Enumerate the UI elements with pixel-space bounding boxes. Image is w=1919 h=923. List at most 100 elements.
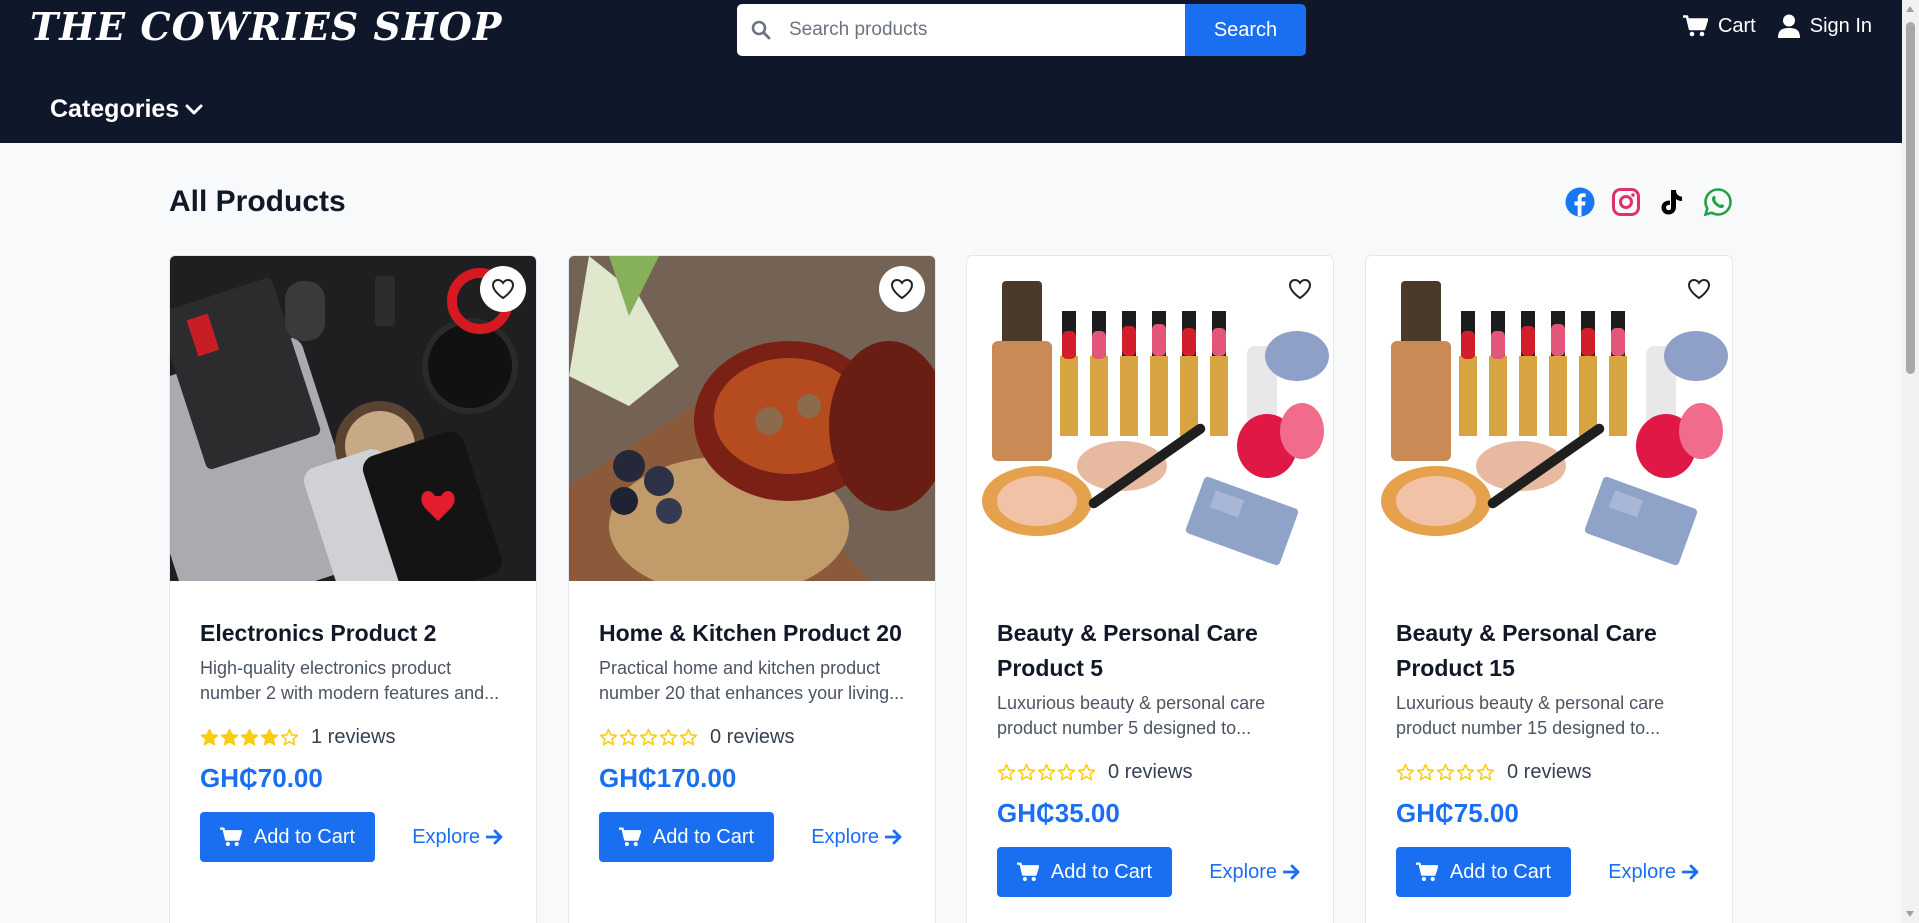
product-description: Luxurious beauty & personal care product… (997, 693, 1266, 738)
star-icon (1077, 763, 1096, 781)
star-icon (1416, 763, 1435, 781)
star-icon (280, 728, 299, 746)
cart-link[interactable]: Cart (1682, 15, 1756, 38)
instagram-icon[interactable] (1611, 187, 1641, 217)
star-rating (599, 728, 698, 747)
arrow-right-icon (885, 829, 902, 845)
product-card[interactable]: Beauty & Personal Care Product 5 Luxurio… (966, 255, 1334, 923)
add-to-cart-button[interactable]: Add to Cart (200, 812, 375, 862)
star-icon (1476, 763, 1495, 781)
star-icon (1057, 763, 1076, 781)
user-icon (1777, 14, 1800, 38)
heart-icon (1288, 278, 1312, 300)
product-title[interactable]: Electronics Product 2 (200, 616, 508, 651)
star-icon (260, 728, 279, 746)
product-actions: Add to Cart Explore (997, 847, 1305, 897)
explore-link[interactable]: Explore (412, 826, 504, 849)
arrow-right-icon (1682, 864, 1699, 880)
explore-link[interactable]: Explore (1608, 861, 1700, 884)
star-icon (1396, 763, 1415, 781)
product-rating: 0 reviews (997, 761, 1305, 784)
add-to-cart-label: Add to Cart (1449, 860, 1552, 883)
product-rating: 1 reviews (200, 726, 508, 749)
product-title[interactable]: Beauty & Personal Care Product 15 (1396, 616, 1704, 686)
explore-label: Explore (1209, 860, 1277, 883)
star-icon (1456, 763, 1475, 781)
site-logo[interactable]: THE COWRIES SHOP (30, 4, 502, 49)
product-actions: Add to Cart Explore (200, 812, 508, 862)
product-card[interactable]: Electronics Product 2 High-quality elect… (169, 255, 537, 923)
product-price: GH₵35.00 (997, 798, 1120, 828)
wishlist-button[interactable] (480, 266, 526, 312)
add-to-cart-label: Add to Cart (253, 825, 356, 848)
search-input[interactable] (737, 4, 1185, 56)
whatsapp-icon[interactable] (1703, 187, 1733, 217)
product-rating: 0 reviews (599, 726, 907, 749)
wishlist-button[interactable] (1676, 266, 1722, 312)
categories-label: Categories (50, 95, 180, 123)
star-icon (220, 728, 239, 746)
review-count: 1 reviews (311, 726, 396, 748)
product-card[interactable]: Home & Kitchen Product 20 Practical home… (568, 255, 936, 923)
cart-icon (1415, 862, 1438, 882)
add-to-cart-button[interactable]: Add to Cart (599, 812, 774, 862)
nav-actions: Cart Sign In (1682, 14, 1872, 38)
product-image[interactable] (967, 256, 1333, 581)
product-card-body: Beauty & Personal Care Product 5 Luxurio… (997, 616, 1305, 897)
add-to-cart-label: Add to Cart (1050, 860, 1153, 883)
cart-icon (1016, 862, 1039, 882)
wishlist-button[interactable] (879, 266, 925, 312)
star-icon (997, 763, 1016, 781)
product-price: GH₵70.00 (200, 763, 323, 793)
star-rating (200, 728, 299, 747)
add-to-cart-label: Add to Cart (652, 825, 755, 848)
star-icon (200, 728, 219, 746)
star-icon (1017, 763, 1036, 781)
add-to-cart-button[interactable]: Add to Cart (1396, 847, 1571, 897)
heart-icon (491, 278, 515, 300)
product-description: Practical home and kitchen product numbe… (599, 658, 905, 703)
signin-link[interactable]: Sign In (1777, 14, 1872, 38)
review-count: 0 reviews (1507, 761, 1592, 783)
scroll-up-arrow-icon[interactable] (1906, 6, 1914, 12)
product-card-body: Beauty & Personal Care Product 15 Luxuri… (1396, 616, 1704, 897)
product-price: GH₵170.00 (599, 763, 737, 793)
search-button[interactable]: Search (1185, 4, 1306, 56)
explore-link[interactable]: Explore (1209, 861, 1301, 884)
star-icon (599, 728, 618, 746)
product-title[interactable]: Home & Kitchen Product 20 (599, 616, 907, 651)
star-icon (240, 728, 259, 746)
wishlist-button[interactable] (1277, 266, 1323, 312)
signin-label: Sign In (1809, 14, 1872, 37)
explore-label: Explore (412, 825, 480, 848)
product-image[interactable] (170, 256, 536, 581)
page-scrollbar[interactable] (1902, 0, 1919, 923)
product-image[interactable] (1366, 256, 1732, 581)
arrow-right-icon (486, 829, 503, 845)
tiktok-icon[interactable] (1657, 187, 1687, 217)
star-rating (1396, 763, 1495, 782)
star-icon (659, 728, 678, 746)
explore-link[interactable]: Explore (811, 826, 903, 849)
scrollbar-thumb[interactable] (1906, 22, 1915, 374)
product-title[interactable]: Beauty & Personal Care Product 5 (997, 616, 1305, 686)
star-icon (619, 728, 638, 746)
product-actions: Add to Cart Explore (1396, 847, 1704, 897)
facebook-icon[interactable] (1565, 187, 1595, 217)
product-rating: 0 reviews (1396, 761, 1704, 784)
categories-dropdown[interactable]: Categories (50, 95, 203, 124)
search-icon (751, 20, 771, 40)
search-field-wrapper (737, 4, 1185, 56)
page-title: All Products (169, 185, 346, 218)
cart-icon (618, 827, 641, 847)
star-icon (679, 728, 698, 746)
scroll-down-arrow-icon[interactable] (1906, 911, 1914, 917)
product-card[interactable]: Beauty & Personal Care Product 15 Luxuri… (1365, 255, 1733, 923)
product-image[interactable] (569, 256, 935, 581)
heart-icon (890, 278, 914, 300)
add-to-cart-button[interactable]: Add to Cart (997, 847, 1172, 897)
star-icon (1037, 763, 1056, 781)
product-description: High-quality electronics product number … (200, 658, 500, 703)
arrow-right-icon (1283, 864, 1300, 880)
star-rating (997, 763, 1096, 782)
